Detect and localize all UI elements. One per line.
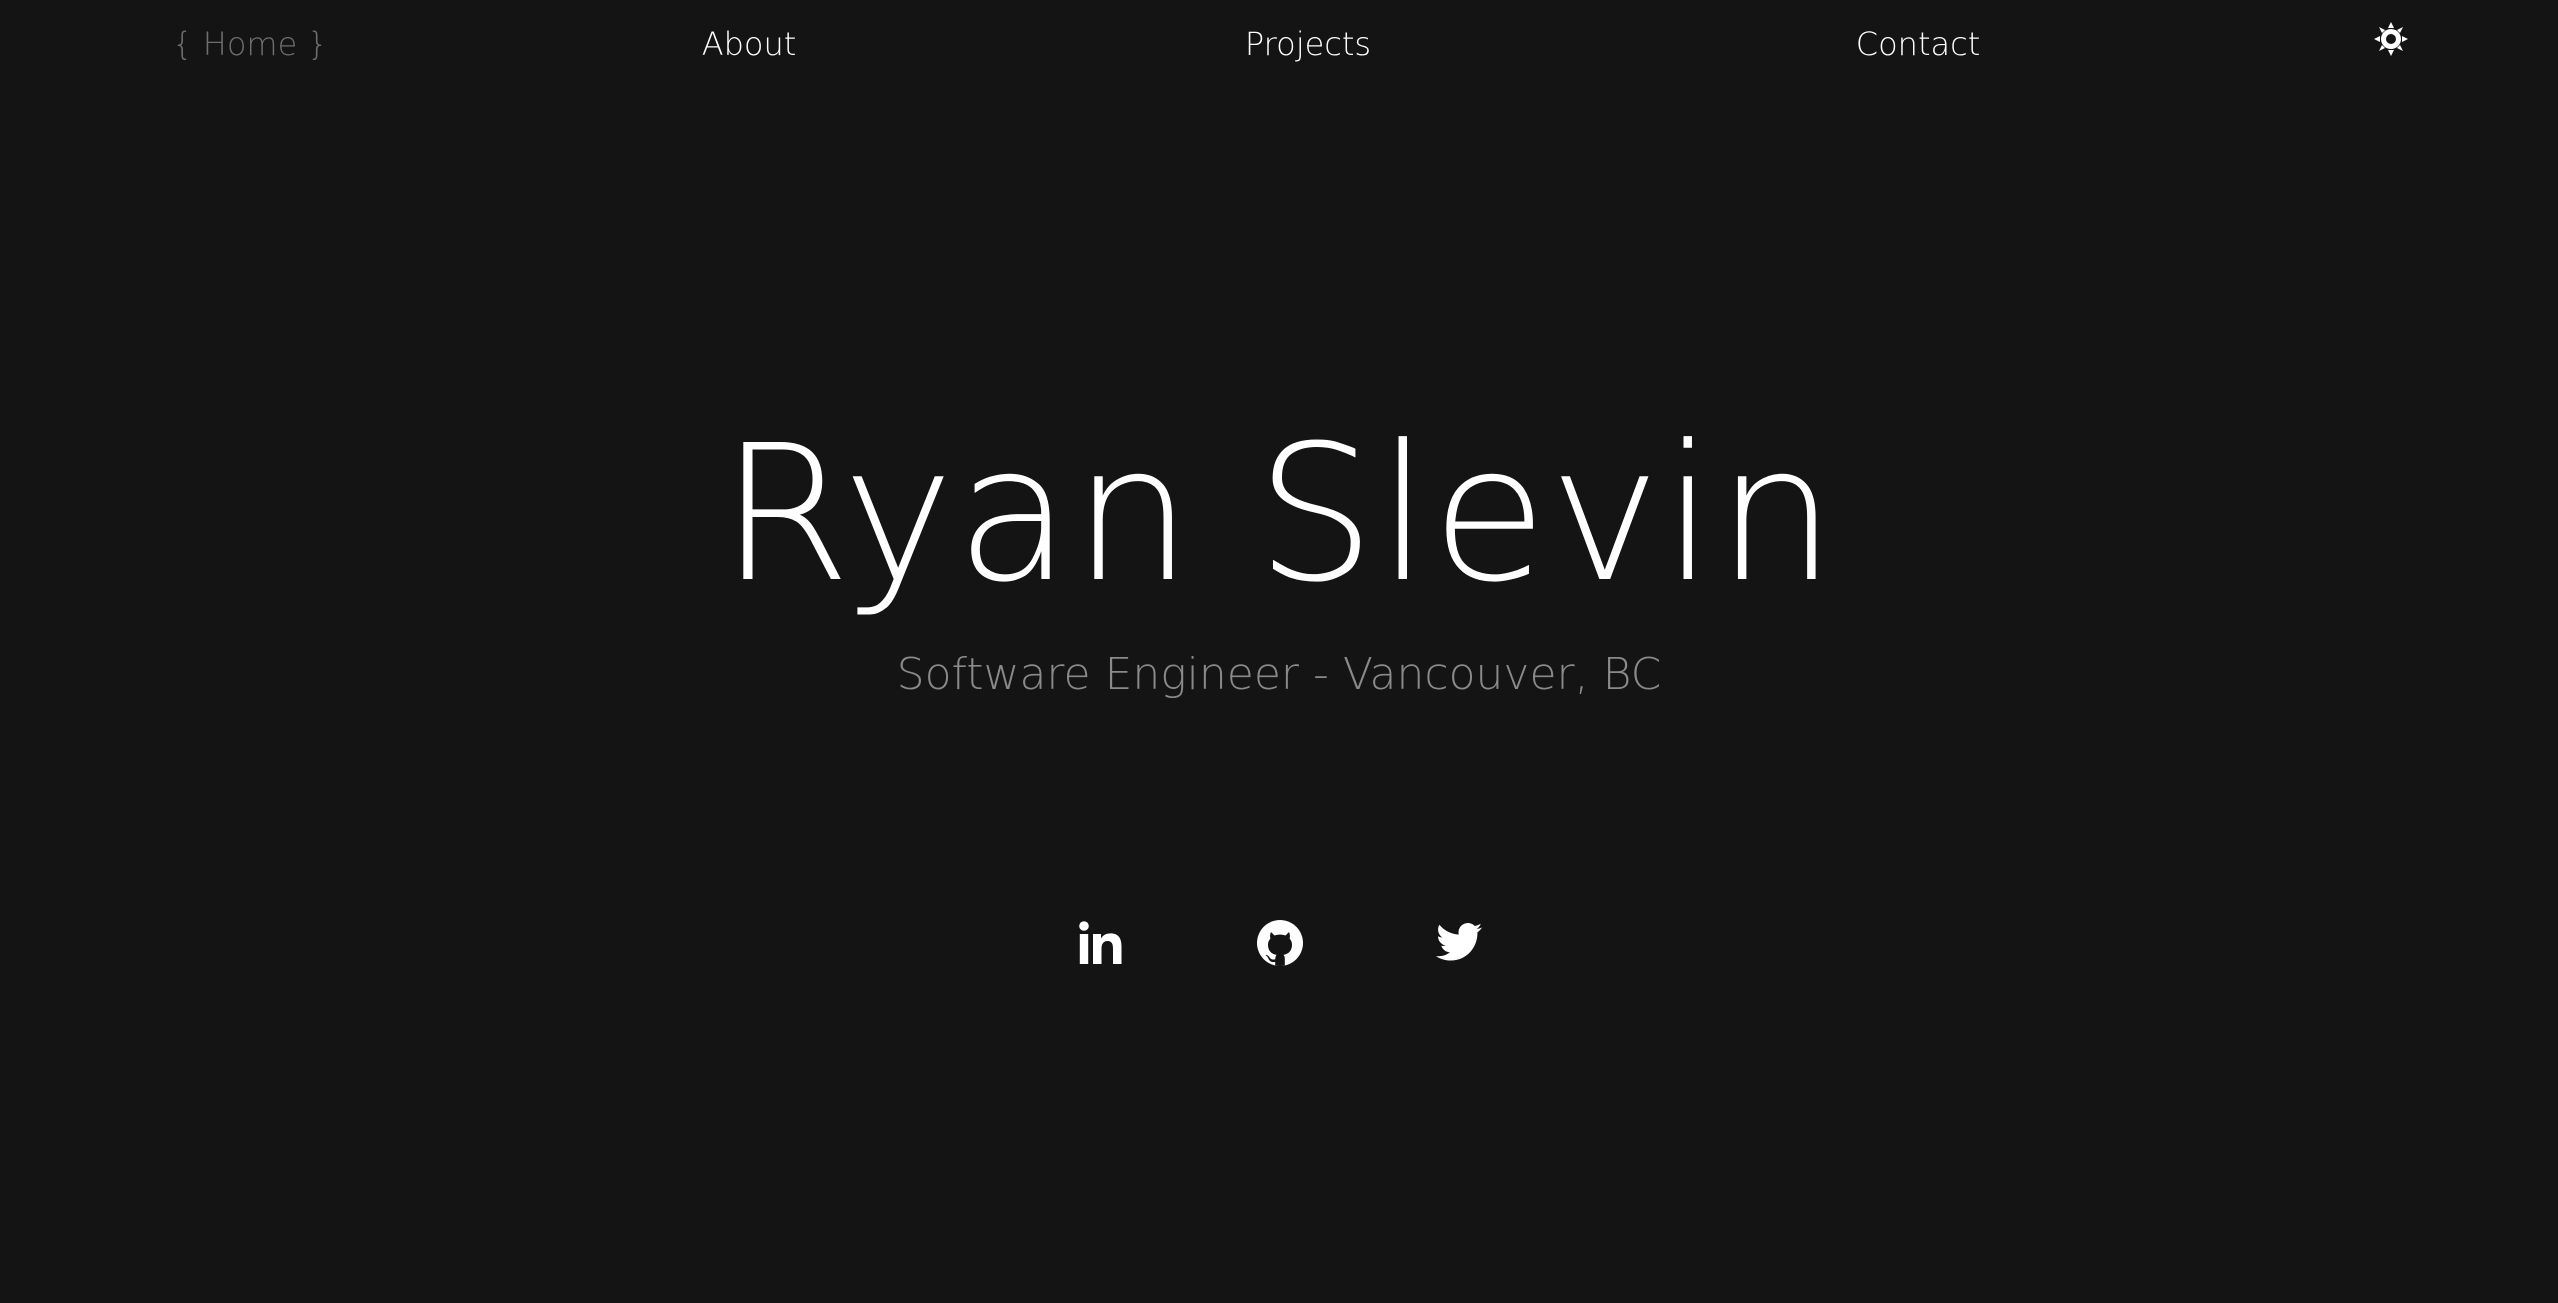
nav-home-link[interactable]: { Home }: [172, 22, 328, 66]
page: { Home } About Projects Contact Ryan Sle…: [0, 0, 2558, 1303]
nav-about-link[interactable]: About: [702, 22, 797, 66]
twitter-icon: [1436, 923, 1482, 961]
hero-subtitle: Software Engineer - Vancouver, BC: [896, 649, 1662, 700]
twitter-link[interactable]: [1434, 918, 1484, 968]
github-link[interactable]: [1255, 918, 1305, 968]
nav-contact-link[interactable]: Contact: [1856, 22, 1981, 66]
linkedin-link[interactable]: [1076, 918, 1126, 968]
hero-name: Ryan Slevin: [720, 405, 1838, 624]
linkedin-icon: [1079, 921, 1122, 964]
nav-projects-link[interactable]: Projects: [1245, 22, 1371, 66]
top-nav: { Home } About Projects Contact: [0, 0, 2558, 86]
theme-toggle-button[interactable]: [2374, 22, 2408, 56]
github-icon: [1257, 920, 1303, 966]
sun-icon: [2374, 22, 2408, 56]
